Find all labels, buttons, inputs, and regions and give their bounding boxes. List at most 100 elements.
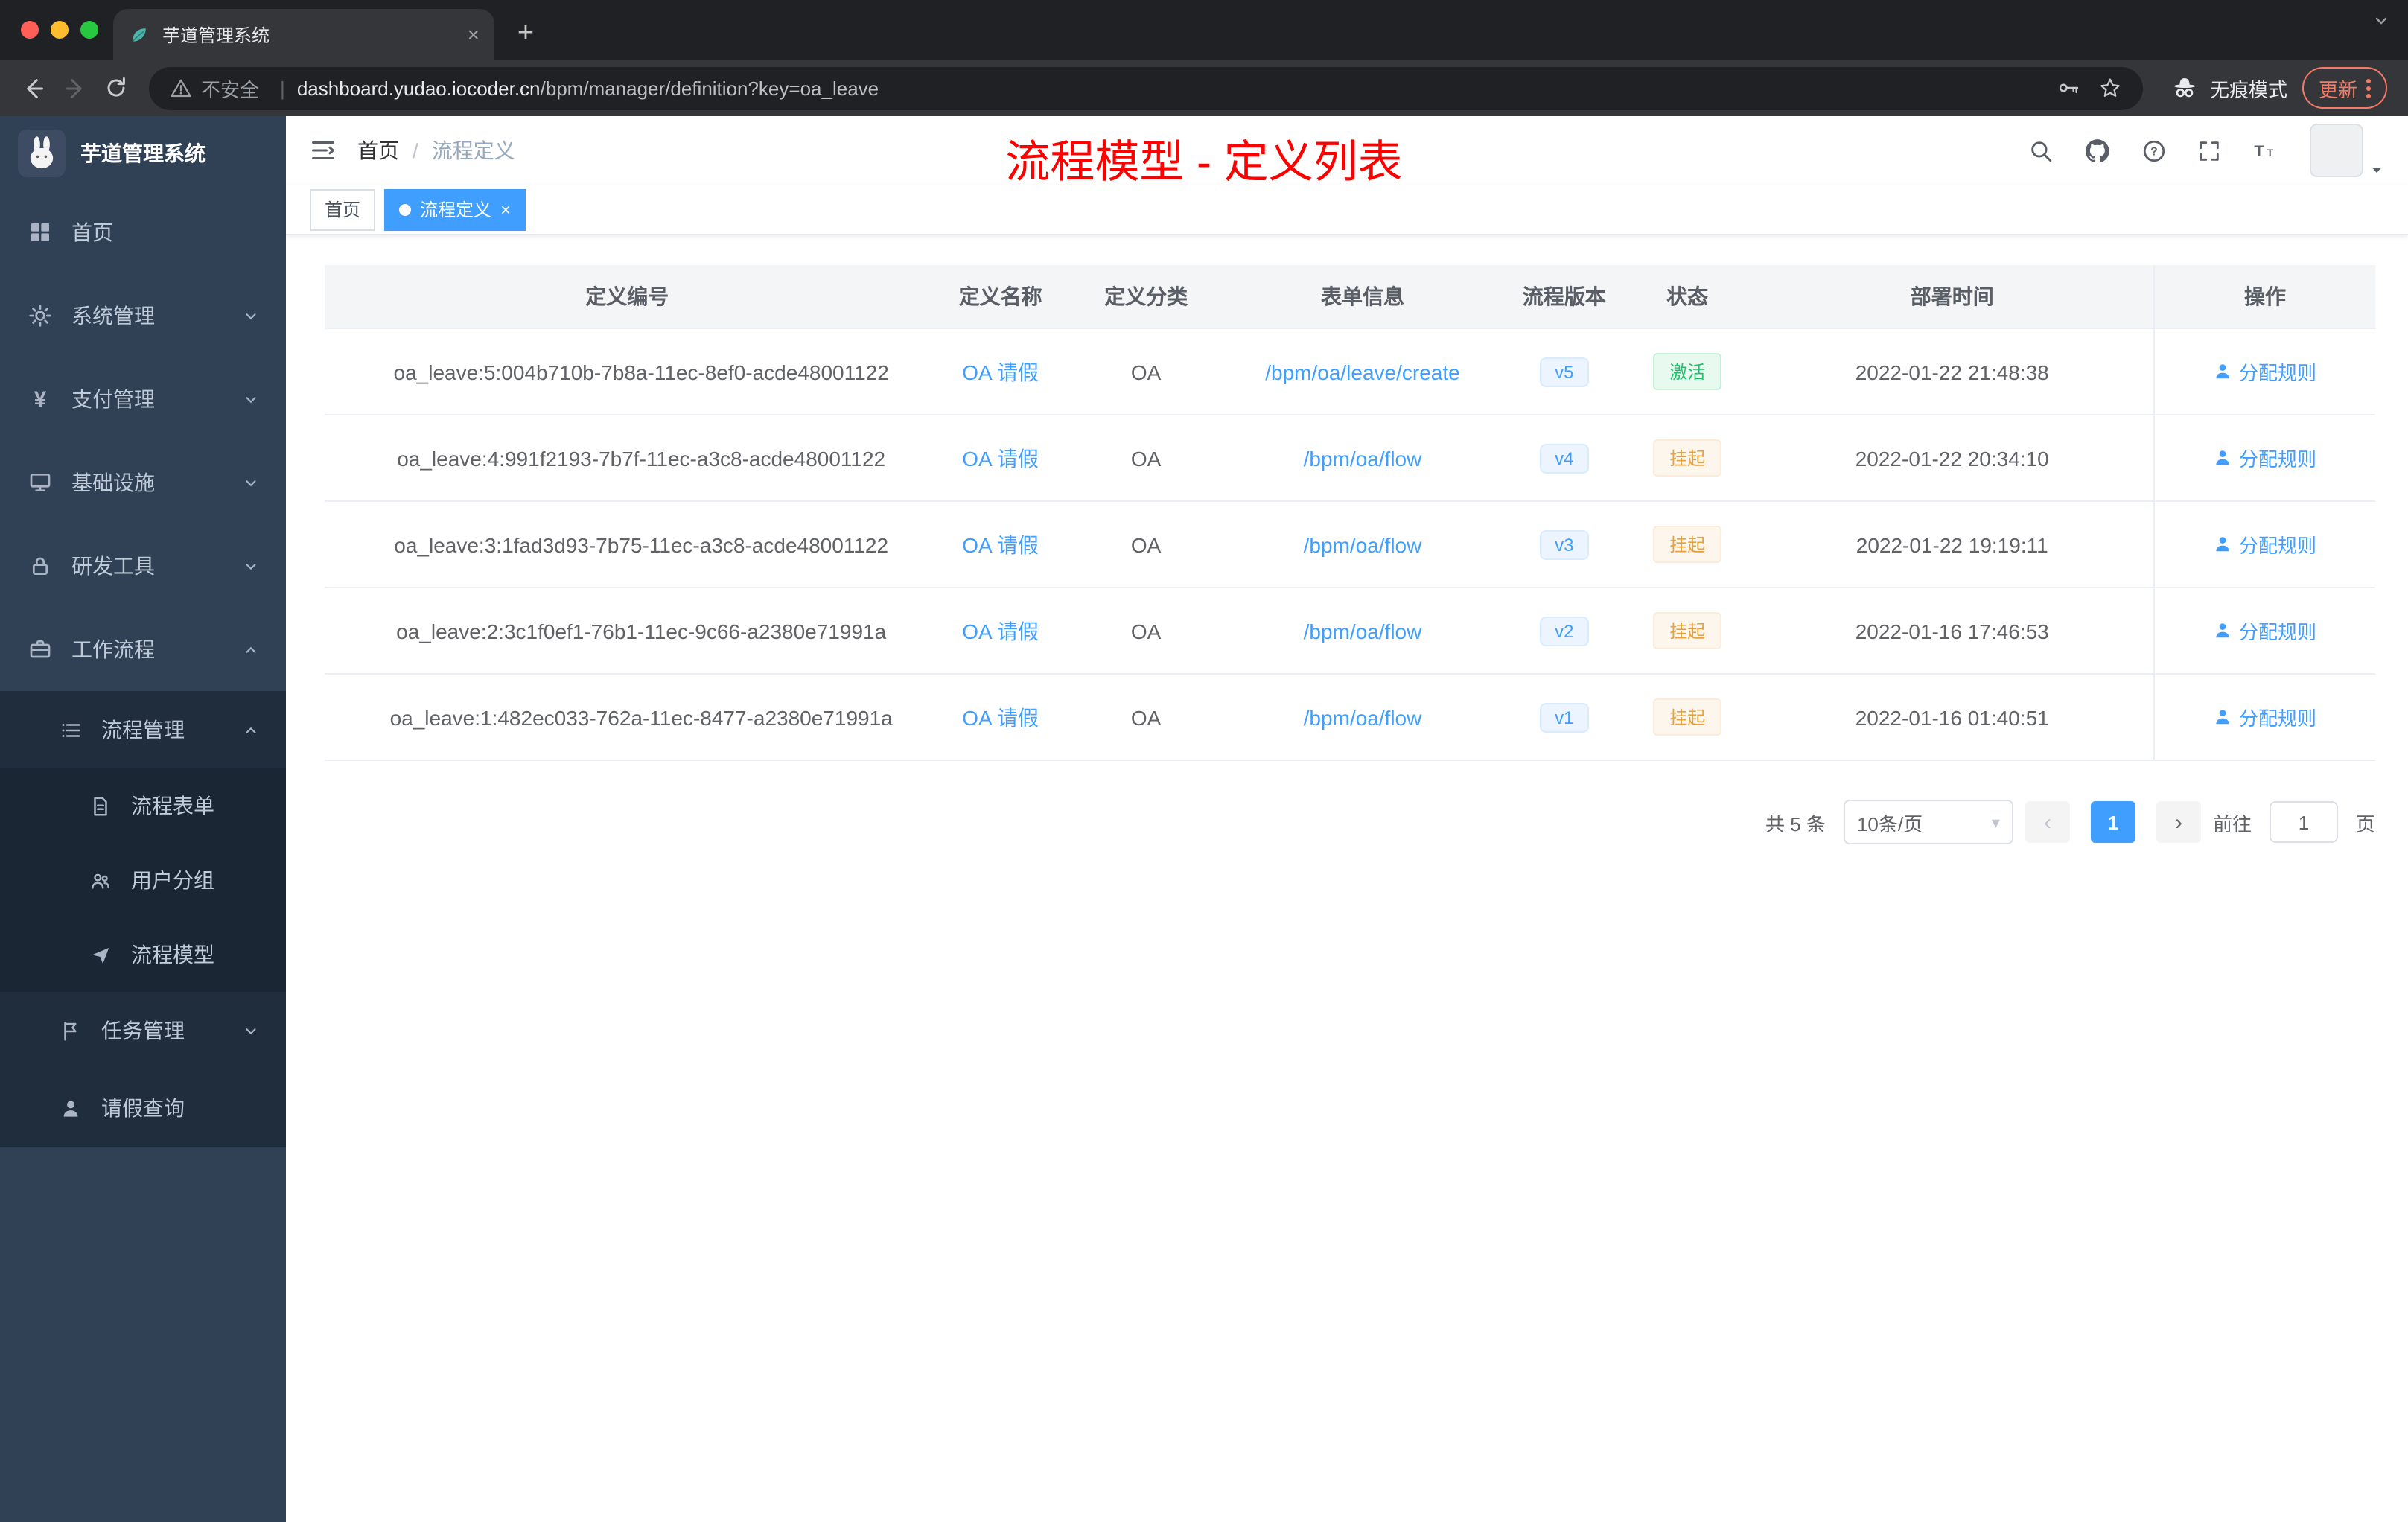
sidebar-item-devtools[interactable]: 研发工具 [0, 524, 286, 608]
url-host: dashboard.yudao.iocoder.cn [296, 77, 541, 99]
breadcrumb: 首页 / 流程定义 [357, 136, 515, 165]
form-link[interactable]: /bpm/oa/flow [1304, 446, 1422, 470]
close-window-button[interactable] [21, 21, 39, 39]
search-icon[interactable] [2028, 138, 2054, 163]
password-key-icon[interactable] [2057, 76, 2080, 100]
sidebar-item-label: 流程管理 [101, 718, 185, 742]
bookmark-star-icon[interactable] [2098, 76, 2122, 100]
assign-rule-link[interactable]: 分配规则 [2214, 444, 2316, 472]
new-tab-button[interactable]: + [506, 15, 545, 54]
incognito-icon [2170, 73, 2200, 103]
cell-deploy-time: 2022-01-16 01:40:51 [1751, 674, 2154, 761]
sidebar-item-process-model[interactable]: 流程模型 [0, 917, 286, 992]
breadcrumb-home[interactable]: 首页 [357, 136, 399, 165]
fullscreen-icon[interactable] [2197, 138, 2222, 163]
users-icon [86, 867, 113, 894]
sidebar-item-task-mgmt[interactable]: 任务管理 [0, 992, 286, 1069]
assign-rule-link[interactable]: 分配规则 [2214, 617, 2316, 645]
security-warning-icon[interactable] [170, 77, 192, 99]
prev-page-button[interactable]: ‹ [2025, 801, 2070, 843]
sidebar-item-infra[interactable]: 基础设施 [0, 441, 286, 524]
sidebar-item-workflow[interactable]: 工作流程 [0, 608, 286, 691]
goto-page-input[interactable]: 1 [2269, 801, 2338, 843]
chevron-up-icon [243, 722, 259, 738]
logo-avatar-icon [18, 130, 66, 177]
lock-icon [27, 553, 54, 579]
svg-text:T: T [2254, 141, 2264, 159]
tag-home[interactable]: 首页 [310, 188, 376, 230]
help-icon[interactable]: ? [2141, 138, 2167, 163]
goto-label: 前往 [2212, 812, 2252, 835]
sidebar-item-home[interactable]: 首页 [0, 191, 286, 274]
definition-name-link[interactable]: OA 请假 [962, 705, 1039, 729]
list-icon [57, 716, 83, 743]
sidebar-item-process-form[interactable]: 流程表单 [0, 768, 286, 843]
tab-close-icon[interactable]: × [468, 24, 480, 45]
sidebar-item-leave-query[interactable]: 请假查询 [0, 1069, 286, 1147]
page-number-button[interactable]: 1 [2090, 801, 2135, 843]
person-icon [57, 1095, 83, 1121]
sidebar-collapse-icon[interactable] [310, 137, 337, 164]
status-badge: 挂起 [1653, 439, 1722, 477]
col-header-category: 定义分类 [1071, 265, 1221, 329]
definition-name-link[interactable]: OA 请假 [962, 360, 1039, 383]
yen-icon: ¥ [34, 386, 47, 412]
definition-name-link[interactable]: OA 请假 [962, 446, 1039, 470]
sidebar-item-label: 用户分组 [131, 868, 214, 892]
security-label[interactable]: 不安全 [201, 74, 259, 102]
cell-category: OA [1071, 674, 1221, 761]
status-badge: 挂起 [1653, 612, 1722, 649]
form-link[interactable]: /bpm/oa/leave/create [1265, 360, 1460, 383]
avatar[interactable] [2310, 124, 2363, 177]
gear-icon [27, 302, 54, 329]
assign-rule-link[interactable]: 分配规则 [2214, 357, 2316, 386]
breadcrumb-current: 流程定义 [431, 138, 515, 162]
minimize-window-button[interactable] [51, 21, 69, 39]
font-size-icon[interactable]: TT [2252, 138, 2280, 163]
tab-search-chevron-icon[interactable] [2372, 12, 2390, 30]
tab-title: 芋道管理系统 [162, 25, 270, 45]
assign-rule-link[interactable]: 分配规则 [2214, 703, 2316, 731]
browser-tab[interactable]: 芋道管理系统 × [113, 9, 494, 60]
definition-name-link[interactable]: OA 请假 [962, 619, 1039, 643]
url-path: /bpm/manager/definition?key=oa_leave [540, 77, 879, 99]
definition-table: 定义编号 定义名称 定义分类 表单信息 流程版本 状态 部署时间 操作 oa_l [325, 265, 2375, 761]
definition-name-link[interactable]: OA 请假 [962, 532, 1039, 556]
reload-button[interactable] [95, 67, 137, 109]
app-logo[interactable]: 芋道管理系统 [0, 116, 286, 191]
forward-button[interactable] [54, 67, 95, 109]
github-icon[interactable] [2083, 136, 2112, 165]
sidebar-item-process-mgmt[interactable]: 流程管理 [0, 691, 286, 768]
workflow-submenu: 流程管理 流程表单 用户分组 流程模型 任务管理 请假查询 [0, 691, 286, 1147]
goto-unit: 页 [2355, 812, 2375, 835]
sidebar-item-user-group[interactable]: 用户分组 [0, 843, 286, 917]
assign-rule-link[interactable]: 分配规则 [2214, 530, 2316, 558]
page-size-select[interactable]: 10条/页 ▾ [1843, 800, 2013, 844]
table-row: oa_leave:5:004b710b-7b8a-11ec-8ef0-acde4… [325, 328, 2375, 415]
chevron-down-icon [243, 474, 259, 491]
form-link[interactable]: /bpm/oa/flow [1304, 532, 1422, 556]
maximize-window-button[interactable] [80, 21, 98, 39]
next-page-button[interactable]: › [2156, 801, 2201, 843]
tag-label: 首页 [325, 200, 361, 220]
table-row: oa_leave:4:991f2193-7b7f-11ec-a3c8-acde4… [325, 415, 2375, 502]
browser-menu-icon[interactable] [2366, 78, 2371, 98]
form-link[interactable]: /bpm/oa/flow [1304, 619, 1422, 643]
annotation-title: 流程模型 - 定义列表 [1005, 138, 1403, 188]
update-button[interactable]: 更新 [2302, 67, 2387, 109]
pagination: 共 5 条 10条/页 ▾ ‹ 1 › 前往 1 页 [325, 800, 2375, 844]
paper-plane-icon [86, 941, 113, 968]
tag-current[interactable]: 流程定义 × [384, 188, 526, 230]
tag-close-icon[interactable]: × [500, 200, 511, 218]
caret-down-icon [2369, 162, 2384, 177]
form-link[interactable]: /bpm/oa/flow [1304, 705, 1422, 729]
app-title: 芋道管理系统 [80, 141, 206, 165]
address-bar[interactable]: 不安全 | dashboard.yudao.iocoder.cn /bpm/ma… [149, 66, 2143, 109]
sidebar-item-system[interactable]: 系统管理 [0, 274, 286, 357]
back-button[interactable] [12, 67, 54, 109]
cell-category: OA [1071, 501, 1221, 588]
sidebar-item-payment[interactable]: ¥ 支付管理 [0, 357, 286, 441]
cell-id: oa_leave:3:1fad3d93-7b75-11ec-a3c8-acde4… [325, 501, 930, 588]
user-menu[interactable] [2310, 124, 2384, 177]
status-badge: 挂起 [1653, 526, 1722, 563]
